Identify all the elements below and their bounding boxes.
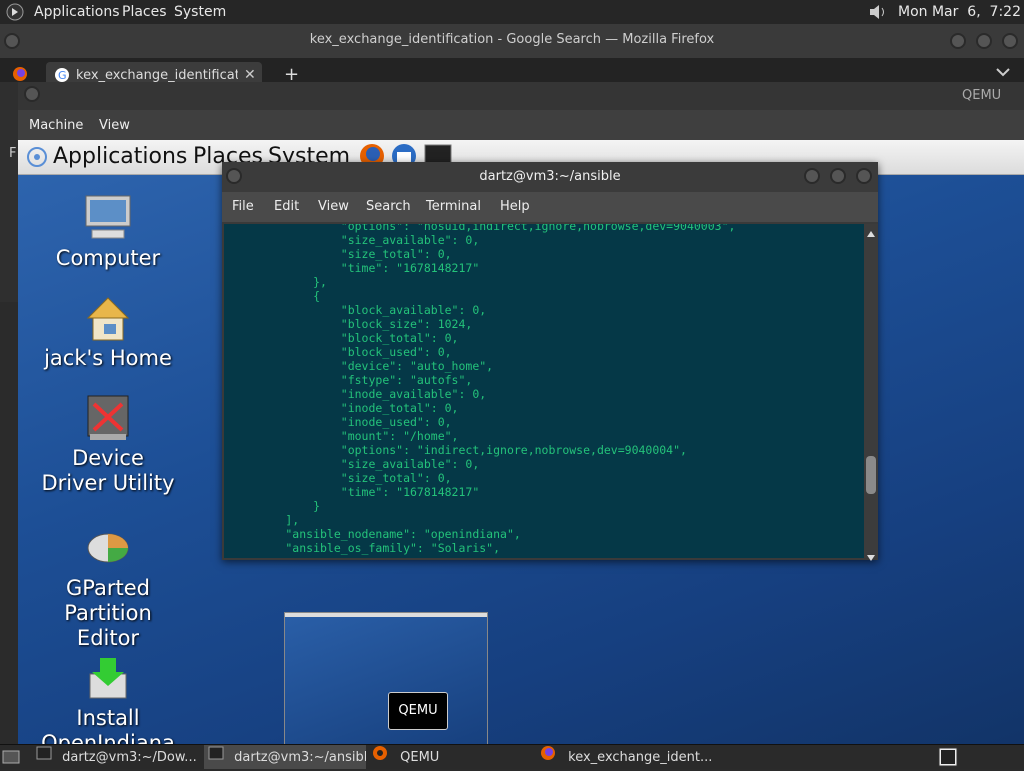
gparted-icon: [84, 524, 132, 572]
terminal-menu-search[interactable]: Search: [366, 199, 411, 214]
svg-text:G: G: [58, 69, 67, 82]
tab-title: kex_exchange_identificatio: [76, 68, 238, 83]
tooltip: QEMU: [388, 692, 448, 730]
scrollbar-thumb[interactable]: [866, 456, 876, 494]
host-taskbar: dartz@vm3:~/Dow... dartz@vm3:~/ansible Q…: [0, 744, 1024, 769]
desktop-icon-install[interactable]: Install OpenIndiana: [38, 654, 178, 744]
taskbar-item-qemu[interactable]: QEMU: [372, 745, 534, 769]
terminal-icon: [208, 745, 224, 769]
terminal-window: dartz@vm3:~/ansible File Edit View Searc…: [222, 162, 878, 561]
desktop-icon-label: Computer: [55, 246, 161, 270]
firefox-titlebar: kex_exchange_identification - Google Sea…: [0, 24, 1024, 58]
qemu-menu-machine[interactable]: Machine: [29, 118, 83, 133]
volume-icon[interactable]: [868, 3, 888, 25]
minimize-button[interactable]: [950, 33, 966, 49]
guest-menu-applications[interactable]: Applications: [53, 144, 187, 169]
taskbar-item-terminal-ansible[interactable]: dartz@vm3:~/ansible: [204, 745, 366, 769]
host-menu-system[interactable]: System: [174, 4, 226, 20]
device-driver-icon: [84, 394, 132, 442]
tab-list-chevron-icon[interactable]: [996, 66, 1010, 81]
taskbar-item-label: dartz@vm3:~/ansible: [234, 749, 366, 765]
computer-icon: [84, 194, 132, 242]
host-menu-applications[interactable]: Applications: [34, 4, 120, 20]
foot-logo-icon[interactable]: [6, 3, 24, 25]
firefox-icon: [540, 745, 556, 769]
firefox-window-title: kex_exchange_identification - Google Sea…: [309, 32, 715, 47]
home-folder-icon: [84, 294, 132, 342]
terminal-icon: [36, 745, 52, 769]
workspace-switcher-icon[interactable]: [938, 747, 958, 771]
desktop-icon-computer[interactable]: Computer: [38, 194, 178, 271]
terminal-output[interactable]: "options": "nosuid,indirect,ignore,nobro…: [224, 224, 864, 558]
guest-logo-icon[interactable]: [26, 146, 48, 172]
host-clock[interactable]: Mon Mar 6, 7:22 PM: [898, 4, 1024, 20]
window-preview-thumbnail[interactable]: [284, 612, 488, 744]
guest-desktop: Applications Places System Computer jack…: [18, 140, 1024, 744]
scroll-down-icon[interactable]: [867, 550, 875, 565]
terminal-menu-terminal[interactable]: Terminal: [426, 199, 481, 214]
terminal-menu-edit[interactable]: Edit: [274, 199, 299, 214]
terminal-title: dartz@vm3:~/ansible: [479, 169, 621, 184]
desktop-icon-device-driver[interactable]: Device Driver Utility: [38, 394, 178, 496]
desktop-icon-home[interactable]: jack's Home: [38, 294, 178, 371]
terminal-minimize-button[interactable]: [804, 168, 820, 184]
qemu-icon: [372, 745, 388, 769]
maximize-button[interactable]: [976, 33, 992, 49]
terminal-maximize-button[interactable]: [830, 168, 846, 184]
host-menu-places[interactable]: Places: [122, 4, 167, 20]
desktop-icon-label: jack's Home: [44, 346, 172, 370]
taskbar-item-firefox[interactable]: kex_exchange_ident...: [540, 745, 720, 769]
tab-close-icon[interactable]: ✕: [244, 67, 256, 83]
taskbar-item-label: kex_exchange_ident...: [568, 750, 713, 765]
scroll-up-icon[interactable]: [867, 226, 875, 241]
desktop-icon-label: GParted Partition Editor: [64, 576, 152, 650]
terminal-text: "options": "nosuid,indirect,ignore,nobro…: [285, 224, 736, 555]
desktop-icon-gparted[interactable]: GParted Partition Editor: [38, 524, 178, 651]
terminal-close-button[interactable]: [856, 168, 872, 184]
qemu-window-title: QEMU: [962, 88, 1002, 103]
taskbar-item-label: dartz@vm3:~/Dow...: [62, 749, 197, 765]
thumbnail-top-bar: [285, 613, 487, 617]
terminal-menu-file[interactable]: File: [232, 199, 254, 214]
qemu-menu-view[interactable]: View: [99, 118, 130, 133]
desktop-icon-label: Device Driver Utility: [41, 446, 175, 495]
firefox-side-letter: F: [9, 146, 17, 161]
host-top-panel: Applications Places System Mon Mar 6, 7:…: [0, 0, 1024, 25]
taskbar-item-terminal-downloads[interactable]: dartz@vm3:~/Dow...: [36, 745, 198, 769]
terminal-menu-help[interactable]: Help: [500, 199, 530, 214]
terminal-scrollbar[interactable]: [864, 224, 878, 561]
qemu-window-menu-button[interactable]: [24, 86, 40, 102]
qemu-menubar: Machine View: [18, 110, 1024, 140]
firefox-content-edge: F: [0, 82, 18, 302]
install-icon: [84, 654, 132, 702]
show-desktop-icon[interactable]: [2, 749, 20, 769]
qemu-titlebar: QEMU: [18, 82, 1024, 110]
terminal-titlebar: dartz@vm3:~/ansible: [222, 162, 878, 192]
terminal-menubar: File Edit View Search Terminal Help: [222, 192, 878, 222]
close-button[interactable]: [1002, 33, 1018, 49]
taskbar-item-label: QEMU: [400, 750, 440, 765]
desktop-icon-label: Install OpenIndiana: [41, 706, 175, 744]
terminal-menu-view[interactable]: View: [318, 199, 349, 214]
